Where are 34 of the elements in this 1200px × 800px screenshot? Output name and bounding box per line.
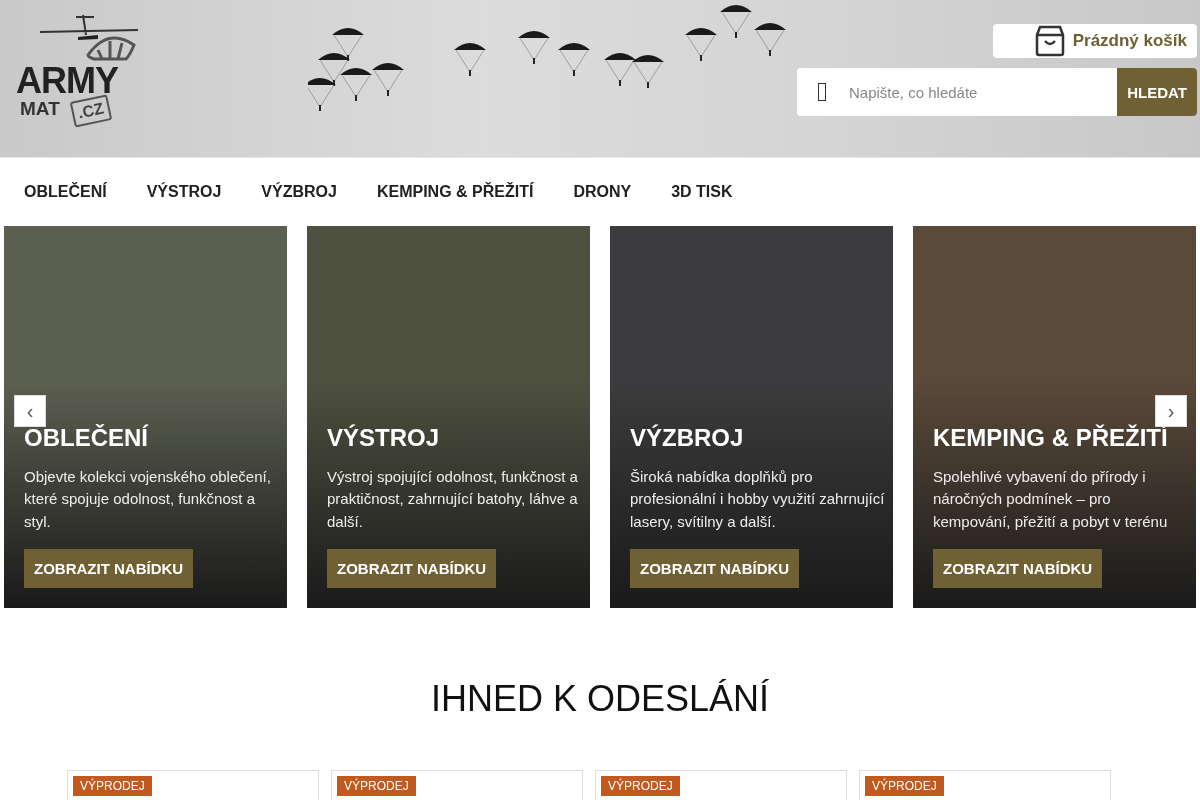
category-description: Objevte kolekci vojenského oblečení, které spojuje odolnost, funkčnost a styl.: [24, 466, 272, 532]
category-title: VÝZBROJ: [630, 423, 744, 452]
show-offer-button[interactable]: ZOBRAZIT NABÍDKU: [933, 549, 1103, 588]
show-offer-button[interactable]: ZOBRAZIT NABÍDKU: [630, 549, 800, 588]
search-field[interactable]: Napište, co hledáte HLEDAT: [797, 68, 1197, 116]
sale-badge: VÝPRODEJ: [601, 776, 680, 796]
product-card[interactable]: VÝPRODEJ: [331, 770, 583, 800]
show-offer-button[interactable]: ZOBRAZIT NABÍDKU: [327, 549, 497, 588]
category-title: VÝSTROJ: [327, 423, 440, 452]
search-button[interactable]: HLEDAT: [1117, 68, 1197, 116]
sale-badge: VÝPRODEJ: [73, 776, 152, 796]
shopping-bag-icon: [1034, 25, 1065, 57]
logo-domain: .CZ: [69, 94, 113, 128]
product-card[interactable]: VÝPRODEJ: [67, 770, 319, 800]
nav-link[interactable]: DRONY: [553, 183, 652, 201]
sale-badge: VÝPRODEJ: [865, 776, 944, 796]
nav-link[interactable]: OBLEČENÍ: [4, 183, 127, 201]
product-card[interactable]: VÝPRODEJ: [595, 770, 847, 800]
category-card[interactable]: VÝZBROJ Široká nabídka doplňků pro profesionální i hobby využití zahrnující lasery, svítilny a další. ZOBRAZIT NABÍDKU: [610, 226, 893, 608]
category-description: Spolehlivé vybavení do přírody i náročných podmínek – pro kempování, přežití a pobyt v terénu: [933, 466, 1169, 532]
nav-link[interactable]: 3D TISK: [651, 183, 753, 201]
category-description: Výstroj spojující odolnost, funkčnost a praktičnost, zahrnující batohy, láhve a další.: [327, 466, 579, 532]
cart-button[interactable]: Prázdný košík: [992, 24, 1197, 58]
product-card[interactable]: VÝPRODEJ: [859, 770, 1111, 800]
category-card[interactable]: VÝSTROJ Výstroj spojující odolnost, funkčnost a praktičnost, zahrnující batohy, láhve a další. ZOBRAZIT NABÍDKU: [307, 226, 590, 608]
nav-link[interactable]: VÝSTROJ: [126, 183, 242, 201]
sale-badge: VÝPRODEJ: [337, 776, 416, 796]
section-title: IHNED K ODESLÁNÍ: [429, 678, 771, 721]
category-description: Široká nabídka doplňků pro profesionální i hobby využití zahrnující lasery, svítilny a další.: [630, 466, 886, 532]
nav-link[interactable]: VÝZBROJ: [241, 183, 357, 201]
nav-link[interactable]: KEMPING & PŘEŽITÍ: [356, 183, 554, 201]
next-button[interactable]: ›: [1155, 395, 1187, 427]
show-offer-button[interactable]: ZOBRAZIT NABÍDKU: [24, 549, 194, 588]
previous-button[interactable]: ‹: [14, 395, 46, 427]
